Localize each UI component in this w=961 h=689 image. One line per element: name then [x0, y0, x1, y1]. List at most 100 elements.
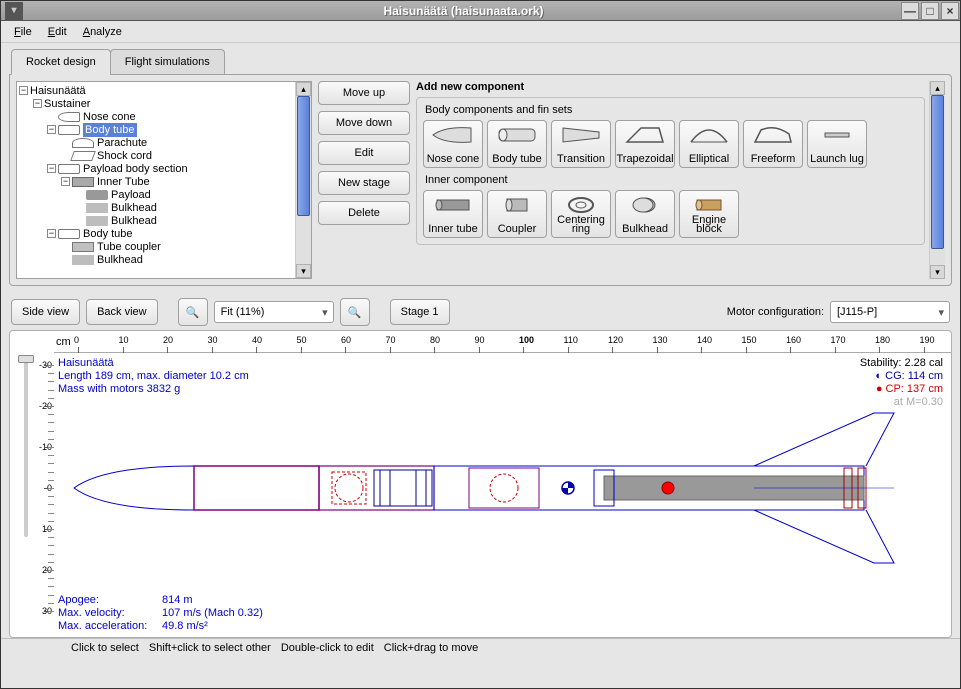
ruler-tick: 130 [653, 335, 668, 345]
component-label: Trapezoidal [616, 155, 673, 164]
freeform-icon [751, 124, 795, 146]
component-tree[interactable]: −Haisunäätä−SustainerNose cone−Body tube… [16, 81, 312, 279]
component-freeform-button[interactable]: Freeform [743, 120, 803, 168]
view-toolbar: Side view Back view 🔍 Fit (11%) 🔍 Stage … [11, 298, 950, 326]
scroll-down-icon[interactable]: ▾ [930, 265, 945, 279]
edit-button[interactable]: Edit [318, 141, 410, 165]
tree-row[interactable]: Payload [19, 188, 293, 201]
menu-file[interactable]: File [6, 23, 40, 41]
tree-item-label: Payload [111, 188, 151, 202]
ruler-tick: 50 [297, 335, 307, 345]
ruler-tick: 80 [430, 335, 440, 345]
component-trapezoidal-button[interactable]: Trapezoidal [615, 120, 675, 168]
tree-row[interactable]: Tube coupler [19, 240, 293, 253]
add-panel-scrollbar[interactable]: ▴ ▾ [929, 81, 945, 279]
component-launch-lug-button[interactable]: Launch lug [807, 120, 867, 168]
scroll-thumb[interactable] [931, 95, 944, 249]
tree-toggle-icon[interactable]: − [47, 229, 56, 238]
status-hint-4: Click+drag to move [384, 642, 478, 655]
inner-components-row: Inner tubeCouplerCentering ringBulkheadE… [423, 190, 918, 238]
tree-item-label: Sustainer [44, 97, 90, 111]
new-stage-button[interactable]: New stage [318, 171, 410, 195]
tree-toggle-icon[interactable]: − [47, 125, 56, 134]
ruler-tick: 40 [252, 335, 262, 345]
system-menu-icon[interactable]: ▾ [5, 2, 23, 20]
side-view-button[interactable]: Side view [11, 299, 80, 325]
component-inner-tube-button[interactable]: Inner tube [423, 190, 483, 238]
bulkhead-icon [623, 194, 667, 216]
window-controls: — □ × [900, 1, 960, 21]
tree-row[interactable]: −Sustainer [19, 97, 293, 110]
tree-toggle-icon[interactable]: − [33, 99, 42, 108]
back-view-button[interactable]: Back view [86, 299, 158, 325]
tree-row[interactable]: Nose cone [19, 110, 293, 123]
move-down-button[interactable]: Move down [318, 111, 410, 135]
horizontal-ruler: cm 0102030405060708090100110120130140150… [54, 331, 951, 353]
tree-row[interactable]: −Payload body section [19, 162, 293, 175]
component-nose-cone-button[interactable]: Nose cone [423, 120, 483, 168]
zoom-out-button[interactable]: 🔍 [178, 298, 208, 326]
ruler-unit: cm [56, 336, 71, 348]
component-coupler-button[interactable]: Coupler [487, 190, 547, 238]
status-hint-2: Shift+click to select other [149, 642, 271, 655]
tube-icon [58, 125, 80, 135]
component-transition-button[interactable]: Transition [551, 120, 611, 168]
component-label: Launch lug [810, 155, 864, 164]
diagram-area[interactable]: cm 0102030405060708090100110120130140150… [9, 330, 952, 638]
tree-row[interactable]: −Haisunäätä [19, 84, 293, 97]
body-tube-icon [495, 124, 539, 146]
inner-icon [72, 177, 94, 187]
tree-item-label: Parachute [97, 136, 147, 150]
tree-row[interactable]: Bulkhead [19, 253, 293, 266]
tree-row[interactable]: −Body tube [19, 123, 293, 136]
component-label: Body tube [492, 155, 542, 164]
tab-rocket-design[interactable]: Rocket design [11, 49, 111, 75]
menu-edit[interactable]: Edit [40, 23, 75, 41]
tree-item-label: Body tube [83, 227, 133, 241]
component-body-tube-button[interactable]: Body tube [487, 120, 547, 168]
component-elliptical-button[interactable]: Elliptical [679, 120, 739, 168]
menu-analyze[interactable]: Analyze [75, 23, 130, 41]
ruler-tick: 90 [475, 335, 485, 345]
tree-row[interactable]: − Body tube [19, 227, 293, 240]
title-bar[interactable]: ▾ Haisunäätä (haisunaata.ork) — □ × [1, 1, 960, 21]
acceleration-label: Max. acceleration: [58, 620, 162, 633]
maximize-button[interactable]: □ [921, 2, 939, 20]
tree-toggle-icon[interactable]: − [47, 164, 56, 173]
velocity-value: 107 m/s (Mach 0.32) [162, 607, 263, 619]
scroll-up-icon[interactable]: ▴ [930, 81, 945, 95]
tree-toggle-icon[interactable]: − [61, 177, 70, 186]
component-bulkhead-button[interactable]: Bulkhead [615, 190, 675, 238]
tree-scrollbar[interactable]: ▴ ▾ [295, 82, 311, 278]
zoom-in-button[interactable]: 🔍 [340, 298, 370, 326]
scroll-down-icon[interactable]: ▾ [296, 264, 311, 278]
centering-ring-icon [559, 194, 603, 216]
component-engine-block-button[interactable]: Engine block [679, 190, 739, 238]
rocket-canvas[interactable]: Haisunäätä Length 189 cm, max. diameter … [54, 353, 951, 637]
tree-row[interactable]: Bulkhead [19, 201, 293, 214]
status-bar: Click to select Shift+click to select ot… [1, 638, 960, 658]
scroll-thumb[interactable] [297, 96, 310, 216]
transition-icon [559, 124, 603, 146]
inner-tube-icon [431, 194, 475, 216]
component-centering-ring-button[interactable]: Centering ring [551, 190, 611, 238]
tab-bar: Rocket design Flight simulations [11, 49, 960, 75]
ruler-tick: 170 [831, 335, 846, 345]
stage-button[interactable]: Stage 1 [390, 299, 450, 325]
ruler-tick: 70 [386, 335, 396, 345]
scroll-up-icon[interactable]: ▴ [296, 82, 311, 96]
tree-row[interactable]: Parachute [19, 136, 293, 149]
tree-body[interactable]: −Haisunäätä−SustainerNose cone−Body tube… [17, 82, 295, 278]
tree-row[interactable]: Shock cord [19, 149, 293, 162]
close-button[interactable]: × [941, 2, 959, 20]
delete-button[interactable]: Delete [318, 201, 410, 225]
tree-row[interactable]: −Inner Tube [19, 175, 293, 188]
tree-toggle-icon[interactable]: − [19, 86, 28, 95]
zoom-select[interactable]: Fit (11%) [214, 301, 334, 323]
tab-flight-simulations[interactable]: Flight simulations [110, 49, 225, 75]
tree-item-label: Nose cone [83, 110, 136, 124]
tree-row[interactable]: Bulkhead [19, 214, 293, 227]
minimize-button[interactable]: — [901, 2, 919, 20]
move-up-button[interactable]: Move up [318, 81, 410, 105]
motor-config-select[interactable]: [J115-P] [830, 301, 950, 323]
